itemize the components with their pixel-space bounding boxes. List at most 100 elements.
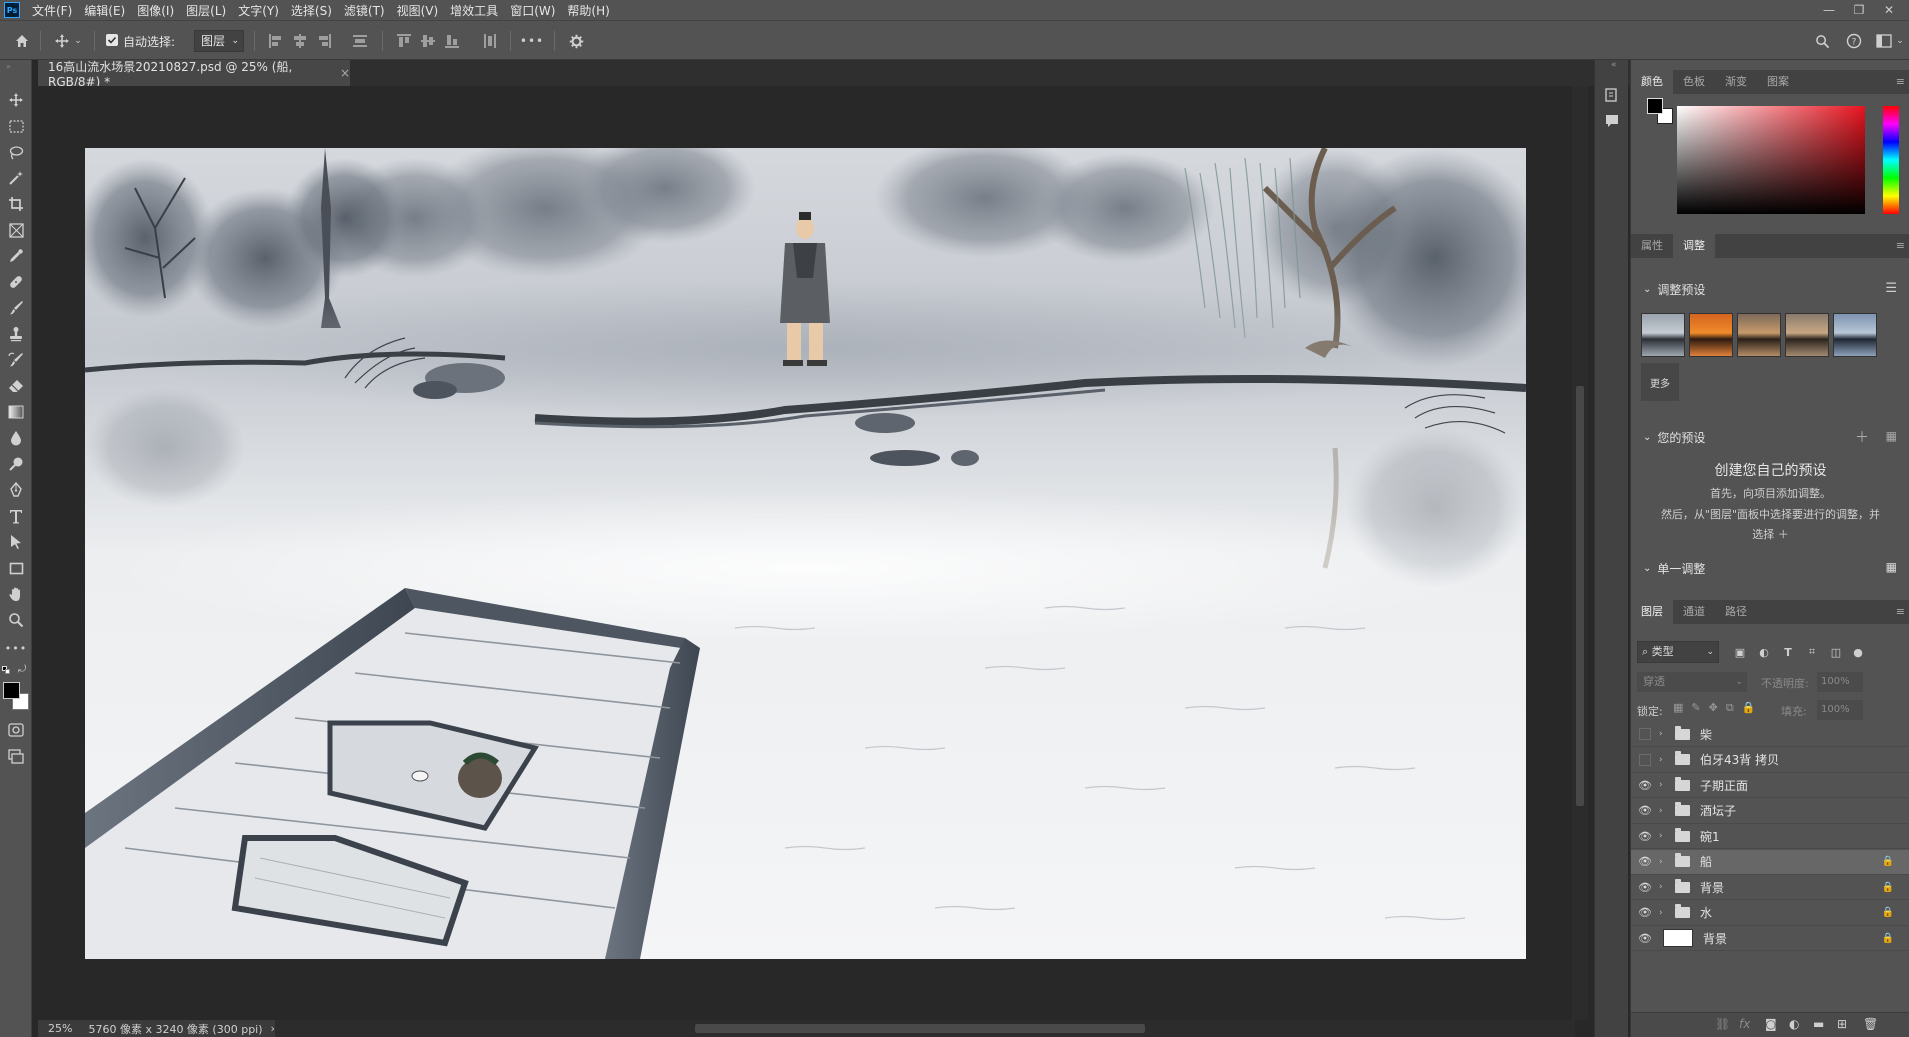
more-options-icon[interactable]: •••	[520, 31, 543, 51]
gear-icon[interactable]	[566, 31, 586, 51]
single-adjustments-header[interactable]: ⌄ 单一调整	[1643, 560, 1705, 577]
magic-wand-tool-icon[interactable]	[6, 168, 26, 188]
your-presets-header[interactable]: ⌄ 您的预设	[1643, 429, 1705, 446]
layer-row[interactable]: 👁 背景 🔒	[1631, 926, 1909, 951]
filter-type-icon[interactable]: T	[1779, 643, 1797, 661]
filter-pixel-icon[interactable]: ▣	[1731, 643, 1749, 661]
tab-properties[interactable]: 属性	[1631, 234, 1673, 258]
align-bottom-icon[interactable]	[444, 33, 460, 49]
menu-item[interactable]: 图像(I)	[131, 2, 180, 19]
menu-item[interactable]: 滤镜(T)	[338, 2, 391, 19]
zoom-tool-icon[interactable]	[6, 610, 26, 630]
expand-arrow-icon[interactable]: ›	[1659, 729, 1671, 739]
workspace-icon[interactable]	[1874, 31, 1894, 51]
eye-icon[interactable]: 👁	[1637, 855, 1653, 868]
restore-button[interactable]: ❐	[1844, 0, 1874, 20]
layer-row[interactable]: 👁 › 背景 🔒	[1631, 875, 1909, 900]
expand-arrow-icon[interactable]: ›	[1659, 882, 1671, 892]
tab-channels[interactable]: 通道	[1673, 600, 1715, 624]
horizontal-scroll-thumb[interactable]	[695, 1024, 1145, 1033]
eyedropper-tool-icon[interactable]	[6, 246, 26, 266]
clone-stamp-tool-icon[interactable]	[6, 324, 26, 344]
menu-item[interactable]: 文字(Y)	[232, 2, 285, 19]
minimize-button[interactable]: —	[1814, 0, 1844, 20]
lock-position-icon[interactable]: ✥	[1709, 701, 1718, 715]
visibility-toggle[interactable]	[1639, 728, 1651, 740]
crop-tool-icon[interactable]	[6, 194, 26, 214]
filter-adjustment-icon[interactable]: ◐	[1755, 643, 1773, 661]
auto-select-checkbox[interactable]	[106, 34, 118, 46]
help-icon[interactable]: ?	[1844, 31, 1864, 51]
move-tool-icon[interactable]	[6, 90, 26, 110]
search-icon[interactable]	[1812, 31, 1832, 51]
preset-thumbnail[interactable]	[1833, 313, 1877, 357]
document-tab[interactable]: 16高山流水场景20210827.psd @ 25% (船, RGB/8#) *…	[38, 60, 350, 89]
lasso-tool-icon[interactable]	[6, 142, 26, 162]
more-presets-button[interactable]: 更多	[1641, 363, 1679, 401]
new-layer-icon[interactable]: ⊞	[1837, 1017, 1847, 1031]
hand-tool-icon[interactable]	[6, 584, 26, 604]
color-panel-foreground-swatch[interactable]	[1647, 98, 1663, 114]
comments-panel-icon[interactable]	[1603, 112, 1621, 130]
distribute-vertical-icon[interactable]	[352, 33, 368, 49]
swap-colors-icon[interactable]: ⤾	[18, 664, 26, 675]
preset-thumbnail[interactable]	[1785, 313, 1829, 357]
new-group-icon[interactable]: ▬	[1813, 1017, 1824, 1031]
lock-artboard-icon[interactable]: ⧉	[1726, 701, 1734, 715]
menu-item[interactable]: 选择(S)	[285, 2, 338, 19]
layer-row[interactable]: 👁 › 酒坛子	[1631, 799, 1909, 824]
menu-item[interactable]: 编辑(E)	[78, 2, 131, 19]
preset-thumbnail[interactable]	[1689, 313, 1733, 357]
tab-adjustments[interactable]: 调整	[1673, 234, 1715, 258]
distribute-horizontal-icon[interactable]	[482, 33, 498, 49]
grid-view-icon[interactable]: ▦	[1886, 560, 1897, 574]
eye-icon[interactable]: 👁	[1637, 804, 1653, 817]
align-right-icon[interactable]	[316, 33, 332, 49]
expand-arrow-icon[interactable]: ›	[1659, 780, 1671, 790]
preset-thumbnail[interactable]	[1641, 313, 1685, 357]
grid-view-icon[interactable]: ▦	[1886, 429, 1897, 443]
marquee-tool-icon[interactable]	[6, 116, 26, 136]
move-tool-icon[interactable]	[52, 31, 72, 51]
align-top-icon[interactable]	[396, 33, 412, 49]
expand-arrow-icon[interactable]: ›	[1659, 857, 1671, 867]
expand-arrow-icon[interactable]: ›	[1659, 831, 1671, 841]
link-layers-icon[interactable]: ⛓	[1715, 1017, 1730, 1031]
align-horizontal-center-icon[interactable]	[292, 33, 308, 49]
adjustment-presets-header[interactable]: ⌄ 调整预设	[1643, 281, 1705, 298]
eye-icon[interactable]: 👁	[1637, 881, 1653, 894]
type-tool-icon[interactable]	[6, 506, 26, 526]
layers-panel-menu-icon[interactable]: ≡	[1896, 605, 1905, 618]
document-canvas[interactable]	[85, 148, 1526, 959]
menu-item[interactable]: 帮助(H)	[561, 2, 615, 19]
gradient-tool-icon[interactable]	[6, 402, 26, 422]
visibility-toggle[interactable]	[1639, 753, 1651, 766]
vertical-scrollbar[interactable]	[1572, 86, 1588, 1020]
layer-row[interactable]: 👁 › 子期正面	[1631, 773, 1909, 798]
toolbar-collapse-icon[interactable]: »	[6, 62, 11, 71]
menu-item[interactable]: 图层(L)	[180, 2, 232, 19]
eraser-tool-icon[interactable]	[6, 376, 26, 396]
lock-pixels-icon[interactable]: ✎	[1691, 701, 1700, 715]
tab-gradients[interactable]: 渐变	[1715, 70, 1757, 94]
fill-input[interactable]: 100%	[1817, 700, 1863, 720]
workspace-chevron-icon[interactable]: ⌄	[1894, 31, 1906, 51]
opacity-input[interactable]: 100%	[1817, 672, 1863, 692]
close-icon[interactable]: ×	[340, 66, 350, 80]
home-icon[interactable]	[12, 31, 32, 51]
lock-transparent-icon[interactable]: ▦	[1673, 701, 1683, 715]
blur-tool-icon[interactable]	[6, 428, 26, 448]
frame-tool-icon[interactable]	[6, 220, 26, 240]
tab-swatches[interactable]: 色板	[1673, 70, 1715, 94]
hue-slider[interactable]	[1883, 106, 1899, 214]
dodge-tool-icon[interactable]	[6, 454, 26, 474]
layer-row[interactable]: 👁 › 船 🔒	[1631, 849, 1909, 875]
eye-icon[interactable]: 👁	[1637, 932, 1653, 945]
eye-icon[interactable]: 👁	[1637, 906, 1653, 919]
expand-arrow-icon[interactable]: ›	[1659, 755, 1671, 765]
adjustments-panel-menu-icon[interactable]: ≡	[1896, 239, 1905, 252]
path-selection-tool-icon[interactable]	[6, 532, 26, 552]
layer-row[interactable]: › 伯牙43背 拷贝	[1631, 748, 1909, 773]
list-view-icon[interactable]: ☰	[1885, 281, 1897, 296]
new-adjustment-layer-icon[interactable]: ◐	[1789, 1017, 1799, 1031]
